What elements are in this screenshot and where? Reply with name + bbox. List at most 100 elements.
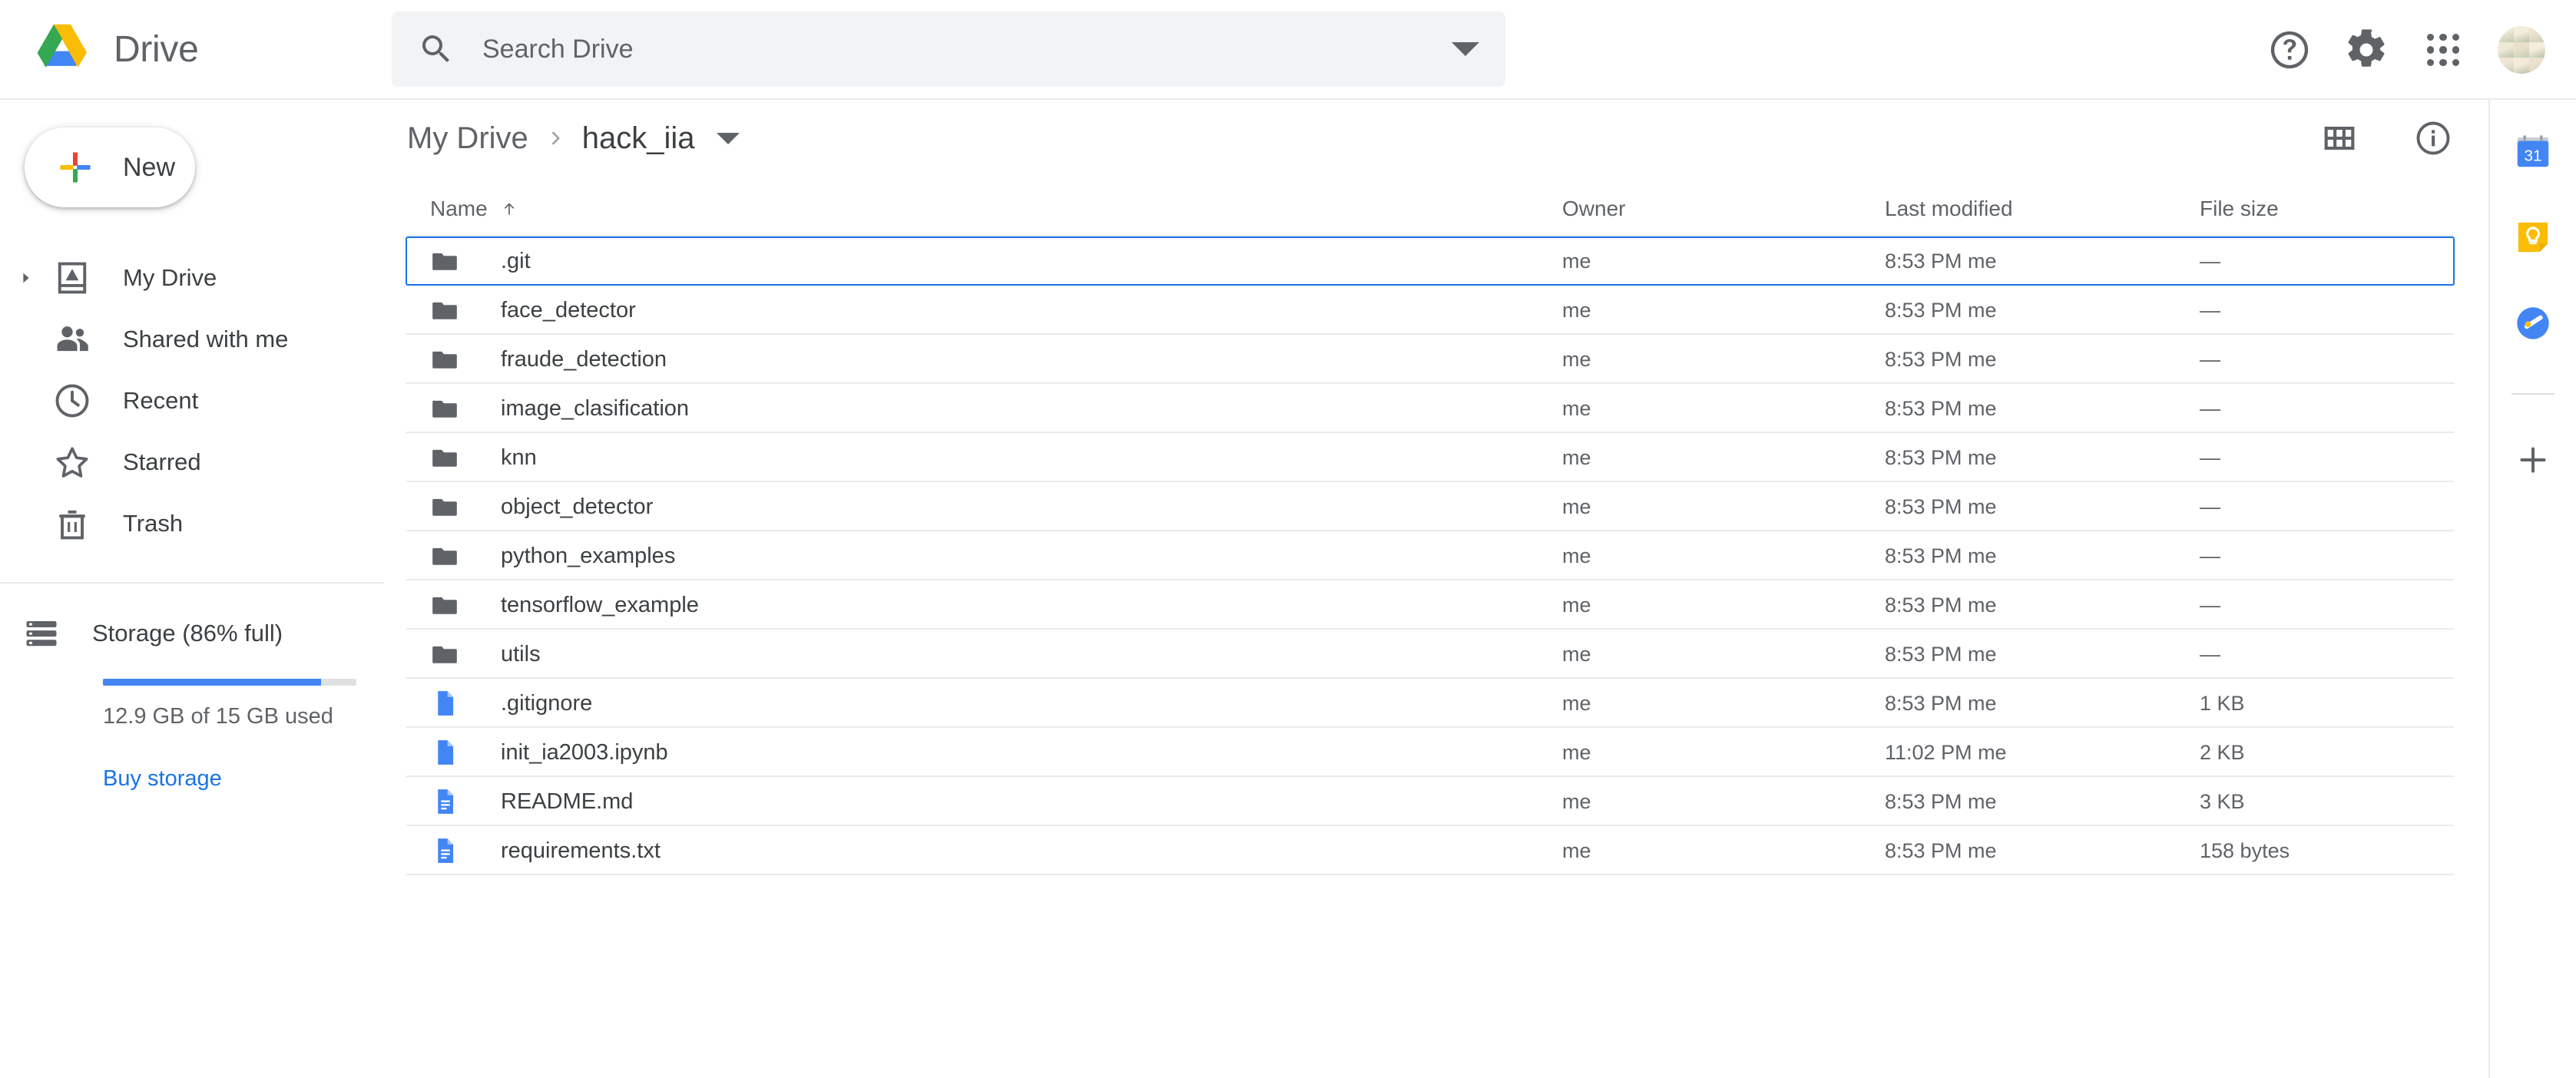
chevron-down-icon[interactable] <box>717 133 740 144</box>
modified-cell: 8:53 PM me <box>1885 790 2200 814</box>
sidebar-item-shared-with-me[interactable]: Shared with me <box>0 309 384 370</box>
grid-view-icon[interactable] <box>2319 118 2359 158</box>
storage-header[interactable]: Storage (86% full) <box>11 607 384 660</box>
apps-grid-icon[interactable] <box>2421 28 2465 72</box>
size-cell: — <box>2200 544 2453 568</box>
file-name-cell: utils <box>430 640 1562 669</box>
table-row[interactable]: object_detectorme8:53 PM me— <box>406 482 2455 531</box>
folder-icon <box>430 394 459 423</box>
file-name-label: fraude_detection <box>501 347 667 372</box>
new-button-label: New <box>123 153 175 183</box>
column-header-owner[interactable]: Owner <box>1562 197 1885 221</box>
main-content: My Drive hack_iia <box>384 100 2488 1078</box>
storage-progress-fill <box>103 679 321 686</box>
expand-arrow-icon[interactable] <box>11 270 41 286</box>
google-tasks-icon[interactable] <box>2512 303 2554 344</box>
content-header: My Drive hack_iia <box>384 100 2488 177</box>
modified-cell: 11:02 PM me <box>1885 741 2200 765</box>
search-bar[interactable] <box>392 12 1505 87</box>
side-panel-divider <box>2511 393 2554 395</box>
column-header-name[interactable]: Name <box>430 197 1562 221</box>
size-cell: — <box>2200 643 2453 666</box>
google-calendar-icon[interactable]: 31 <box>2512 131 2554 172</box>
sidebar-item-starred[interactable]: Starred <box>0 432 384 493</box>
owner-cell: me <box>1562 692 1885 716</box>
breadcrumb-root[interactable]: My Drive <box>407 121 528 156</box>
table-row[interactable]: requirements.txtme8:53 PM me158 bytes <box>406 826 2455 875</box>
sidebar-item-trash[interactable]: Trash <box>0 493 384 554</box>
table-row[interactable]: python_examplesme8:53 PM me— <box>406 531 2455 580</box>
storage-section: Storage (86% full) 12.9 GB of 15 GB used… <box>0 607 384 792</box>
column-header-size[interactable]: File size <box>2200 197 2453 221</box>
file-icon <box>430 689 459 718</box>
breadcrumb-separator-icon <box>545 128 565 148</box>
file-name-label: object_detector <box>501 494 653 520</box>
sidebar-item-label: Starred <box>123 448 201 476</box>
owner-cell: me <box>1562 250 1885 273</box>
folder-icon <box>430 296 459 325</box>
avatar[interactable] <box>2498 26 2545 74</box>
sidebar-item-my-drive[interactable]: My Drive <box>0 247 384 309</box>
modified-cell: 8:53 PM me <box>1885 446 2200 470</box>
table-row[interactable]: fraude_detectionme8:53 PM me— <box>406 335 2455 384</box>
new-button[interactable]: New <box>25 127 195 207</box>
file-name-cell: init_ia2003.ipynb <box>430 738 1562 767</box>
file-name-label: python_examples <box>501 544 675 569</box>
content-header-actions <box>2319 118 2453 158</box>
table-row[interactable]: init_ia2003.ipynbme11:02 PM me2 KB <box>406 728 2455 777</box>
document-icon <box>430 787 459 816</box>
chevron-down-icon[interactable] <box>1452 42 1479 56</box>
breadcrumb-current[interactable]: hack_iia <box>582 121 695 156</box>
table-row[interactable]: README.mdme8:53 PM me3 KB <box>406 777 2455 826</box>
gear-icon[interactable] <box>2344 28 2389 72</box>
table-row[interactable]: tensorflow_exampleme8:53 PM me— <box>406 580 2455 630</box>
size-cell: — <box>2200 250 2453 273</box>
sidebar-item-recent[interactable]: Recent <box>0 370 384 432</box>
file-name-cell: face_detector <box>430 296 1562 325</box>
modified-cell: 8:53 PM me <box>1885 692 2200 716</box>
file-icon <box>430 738 459 767</box>
header-actions <box>2267 0 2545 100</box>
plus-icon[interactable] <box>2514 441 2552 479</box>
table-row[interactable]: utilsme8:53 PM me— <box>406 630 2455 679</box>
folder-icon <box>430 541 459 570</box>
folder-icon <box>430 492 459 521</box>
folder-icon <box>430 640 459 669</box>
folder-icon <box>430 246 459 276</box>
table-row[interactable]: .gitignoreme8:53 PM me1 KB <box>406 679 2455 728</box>
sidebar: New My Drive <box>0 100 384 1078</box>
size-cell: — <box>2200 348 2453 372</box>
buy-storage-link[interactable]: Buy storage <box>103 766 222 792</box>
column-header-modified[interactable]: Last modified <box>1885 197 2200 221</box>
google-keep-icon[interactable] <box>2512 217 2554 258</box>
owner-cell: me <box>1562 790 1885 814</box>
folder-icon <box>430 443 459 472</box>
file-name-cell: python_examples <box>430 541 1562 570</box>
storage-label: Storage (86% full) <box>92 620 283 647</box>
file-name-label: face_detector <box>501 298 636 323</box>
modified-cell: 8:53 PM me <box>1885 397 2200 421</box>
table-row[interactable]: knnme8:53 PM me— <box>406 433 2455 482</box>
storage-icon <box>22 613 61 653</box>
file-name-cell: tensorflow_example <box>430 590 1562 620</box>
owner-cell: me <box>1562 594 1885 617</box>
table-row[interactable]: .gitme8:53 PM me— <box>406 236 2455 286</box>
search-input[interactable] <box>482 35 1452 64</box>
file-name-cell: .git <box>430 246 1562 276</box>
brand[interactable]: Drive <box>0 23 384 75</box>
column-header-name-label: Name <box>430 197 488 221</box>
table-row[interactable]: face_detectorme8:53 PM me— <box>406 286 2455 335</box>
size-cell: — <box>2200 397 2453 421</box>
file-name-cell: .gitignore <box>430 689 1562 718</box>
google-drive-logo <box>34 23 94 75</box>
help-icon[interactable] <box>2267 28 2312 72</box>
info-icon[interactable] <box>2413 118 2453 158</box>
document-icon <box>430 836 459 865</box>
size-cell: — <box>2200 299 2453 322</box>
clock-icon <box>52 381 92 421</box>
star-icon <box>52 442 92 482</box>
owner-cell: me <box>1562 741 1885 765</box>
modified-cell: 8:53 PM me <box>1885 495 2200 519</box>
brand-name: Drive <box>114 28 199 71</box>
table-row[interactable]: image_clasificationme8:53 PM me— <box>406 384 2455 433</box>
